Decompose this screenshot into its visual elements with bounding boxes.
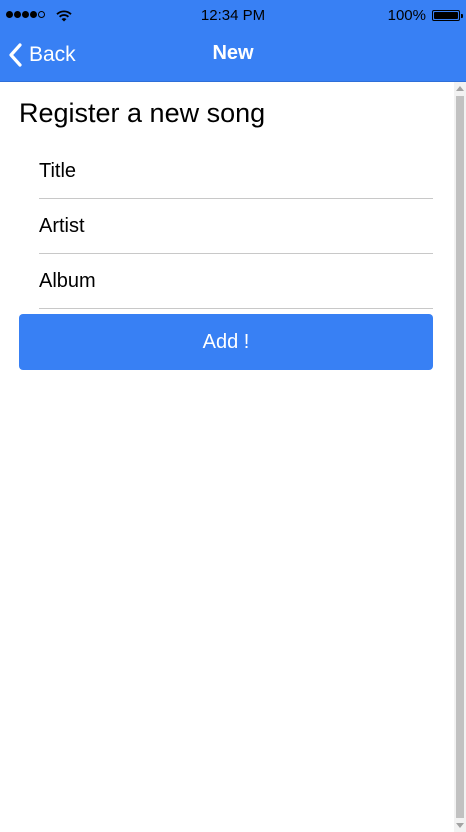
nav-title: New <box>212 42 254 64</box>
album-input[interactable] <box>39 254 433 308</box>
add-button[interactable]: Add ! <box>19 314 433 370</box>
status-bar: 12:34 PM 100% <box>0 0 466 30</box>
scroll-down-arrow-icon[interactable] <box>456 823 464 828</box>
scroll-up-arrow-icon[interactable] <box>456 86 464 91</box>
artist-input[interactable] <box>39 199 433 253</box>
navigation-bar: Back New <box>0 30 466 82</box>
scrollbar-thumb[interactable] <box>456 96 464 818</box>
battery-tip <box>461 14 463 18</box>
battery-percent: 100% <box>387 7 426 24</box>
scrollbar[interactable] <box>454 82 466 832</box>
page-title: Register a new song <box>19 98 266 128</box>
title-input[interactable] <box>39 144 433 198</box>
battery-icon <box>432 10 463 21</box>
battery-fill <box>434 12 458 19</box>
album-field <box>39 254 433 309</box>
page-content: Register a new song Add ! <box>0 82 454 832</box>
title-field <box>39 144 433 199</box>
artist-field <box>39 199 433 254</box>
